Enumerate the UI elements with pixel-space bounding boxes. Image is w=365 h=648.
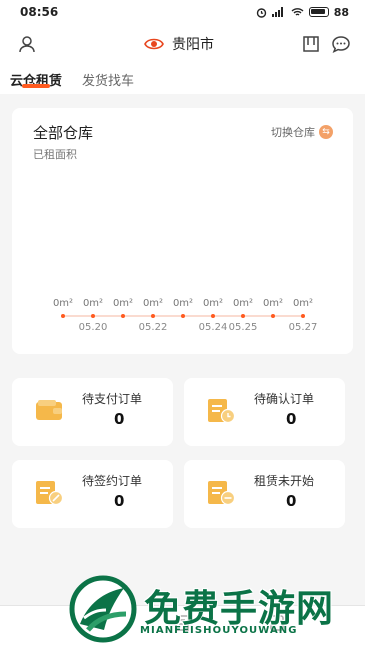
data-point: [211, 314, 215, 318]
wallet-icon: [36, 400, 62, 420]
point-value-label: 0m²: [53, 298, 73, 309]
scan-icon[interactable]: [303, 36, 319, 52]
location-eye-icon: [144, 38, 164, 50]
point-value-label: 0m²: [203, 298, 223, 309]
status-icons: 88: [256, 6, 349, 19]
point-value-label: 0m²: [293, 298, 313, 309]
tab-shipping[interactable]: 发货找车: [82, 70, 134, 89]
message-icon[interactable]: [331, 35, 351, 53]
document-clock-icon: [208, 399, 236, 424]
order-card-pending-sign[interactable]: 待签约订单 0: [12, 460, 173, 528]
city-name: 贵阳市: [172, 37, 214, 53]
point-value-label: 0m²: [263, 298, 283, 309]
order-label: 待确认订单: [254, 392, 315, 406]
document-minus-icon: [208, 481, 236, 506]
order-count: 0: [114, 492, 125, 510]
order-count: 0: [114, 410, 125, 428]
battery-level: 88: [333, 5, 349, 19]
data-point: [61, 314, 65, 318]
alarm-icon: [256, 7, 266, 18]
data-point: [271, 314, 275, 318]
point-value-label: 0m²: [143, 298, 163, 309]
data-point: [181, 314, 185, 318]
x-tick-label: 05.24: [199, 322, 228, 333]
signal-icon: [271, 7, 283, 17]
wifi-icon: [291, 8, 304, 16]
watermark-subtext: MIANFEISHOUYOUWANG: [140, 625, 298, 636]
data-point: [121, 314, 125, 318]
data-point: [241, 314, 245, 318]
order-label: 待签约订单: [82, 474, 143, 488]
x-tick-label: 05.25: [229, 322, 258, 333]
user-icon[interactable]: [18, 35, 36, 53]
order-count: 0: [286, 410, 297, 428]
active-tab-indicator: [22, 84, 50, 88]
order-count: 0: [286, 492, 297, 510]
order-label: 租赁未开始: [254, 474, 315, 488]
top-header: 贵阳市: [0, 24, 365, 66]
point-value-label: 0m²: [83, 298, 103, 309]
warehouse-card: 全部仓库 已租面积 切换仓库 ⇆ 0m² 0m² 0m² 0m² 0m² 0m² 0m² 0m…: [12, 108, 353, 354]
order-label: 待支付订单: [82, 392, 143, 406]
watermark: 免费手游网 MIANFEISHOUYOUWANG: [68, 574, 358, 646]
x-tick-label: 05.20: [79, 322, 108, 333]
document-sign-icon: [36, 481, 64, 506]
rented-area-chart: 0m² 0m² 0m² 0m² 0m² 0m² 0m² 0m² 0m² 05.20 05.22 05.…: [53, 298, 318, 333]
x-tick-label: 05.22: [139, 322, 168, 333]
location-selector[interactable]: 贵阳市: [144, 34, 214, 54]
tab-bar: 云仓租赁 发货找车: [0, 66, 365, 94]
order-card-pending-confirm[interactable]: 待确认订单 0: [184, 378, 345, 446]
order-card-not-started[interactable]: 租赁未开始 0: [184, 460, 345, 528]
x-tick-label: 05.27: [289, 322, 318, 333]
watermark-text: 免费手游网: [144, 587, 334, 630]
point-value-label: 0m²: [113, 298, 133, 309]
order-card-pending-payment[interactable]: 待支付订单 0: [12, 378, 173, 446]
watermark-logo-icon: [69, 575, 137, 643]
data-point: [91, 314, 95, 318]
status-bar: 08:56 88: [0, 0, 365, 24]
point-value-label: 0m²: [233, 298, 253, 309]
battery-icon: [308, 7, 329, 17]
data-point: [301, 314, 305, 318]
data-point: [151, 314, 155, 318]
status-time: 08:56: [20, 5, 59, 19]
point-value-label: 0m²: [173, 298, 193, 309]
